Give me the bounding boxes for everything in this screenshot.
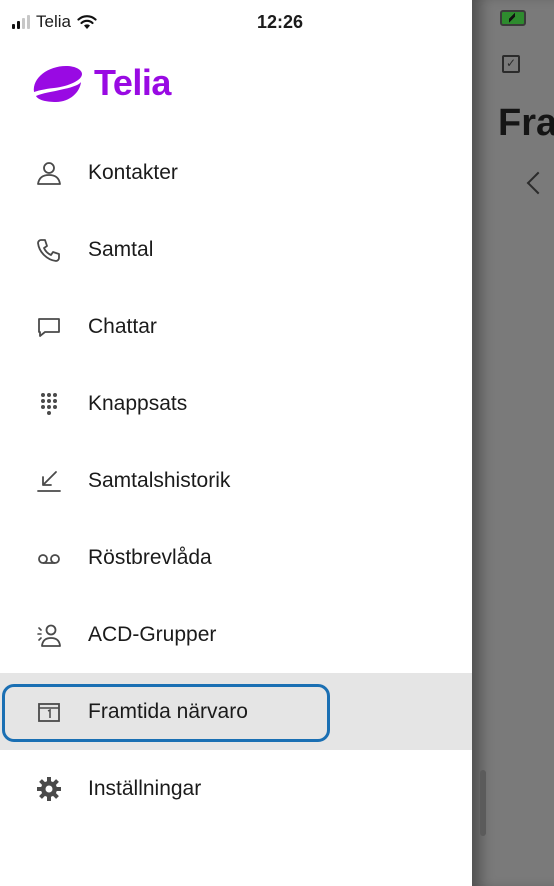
keypad-icon: [36, 391, 62, 417]
menu-item-label: Samtalshistorik: [88, 468, 231, 492]
menu-item-rostbrevlada[interactable]: Röstbrevlåda: [0, 519, 472, 596]
menu-item-label: Knappsats: [88, 391, 188, 415]
checkbox-icon: ✓: [502, 55, 520, 73]
menu-item-samtal[interactable]: Samtal: [0, 211, 472, 288]
menu-item-chattar[interactable]: Chattar: [0, 288, 472, 365]
menu-item-installningar[interactable]: Inställningar: [0, 750, 472, 827]
phone-icon: [36, 237, 62, 263]
brand-name: Telia: [94, 62, 171, 103]
menu-item-label: Chattar: [88, 314, 157, 338]
calendar-icon: [36, 699, 62, 725]
group-icon: [36, 622, 62, 648]
menu-item-kontakter[interactable]: Kontakter: [0, 134, 472, 211]
voicemail-icon: [36, 545, 62, 571]
gear-icon: [36, 776, 62, 802]
menu-item-acd-grupper[interactable]: ACD-Grupper: [0, 596, 472, 673]
menu-item-label: Inställningar: [88, 776, 202, 800]
call-history-icon: [36, 468, 62, 494]
scroll-handle: [480, 770, 486, 836]
menu-item-label: Samtal: [88, 237, 154, 261]
status-time: 12:26: [256, 12, 304, 32]
menu-item-label: ACD-Grupper: [88, 622, 217, 646]
battery-charging-icon: [500, 10, 526, 26]
chat-bubble-icon: [36, 314, 62, 340]
chevron-left-icon: [526, 171, 550, 195]
menu-item-samtalshistorik[interactable]: Samtalshistorik: [0, 442, 472, 519]
status-bar: Telia 12:26: [0, 0, 472, 50]
menu-item-knappsats[interactable]: Knappsats: [0, 365, 472, 442]
dimmed-background-page[interactable]: ✓ Fra: [472, 0, 554, 886]
background-page-title: Fra: [498, 102, 554, 144]
telia-pebble-icon: [33, 66, 82, 102]
navigation-drawer: Telia 12:26 Telia Kontakter Samtal Chatt…: [0, 0, 472, 886]
menu-item-label: Röstbrevlåda: [88, 545, 212, 569]
person-icon: [36, 160, 62, 186]
menu-item-label: Kontakter: [88, 160, 178, 184]
telia-logo: Telia: [30, 62, 171, 104]
menu-list: Kontakter Samtal Chattar Knappsats Samta…: [0, 134, 472, 827]
menu-item-framtida-narvaro[interactable]: Framtida närvaro: [0, 673, 472, 750]
menu-item-label: Framtida närvaro: [88, 699, 248, 723]
